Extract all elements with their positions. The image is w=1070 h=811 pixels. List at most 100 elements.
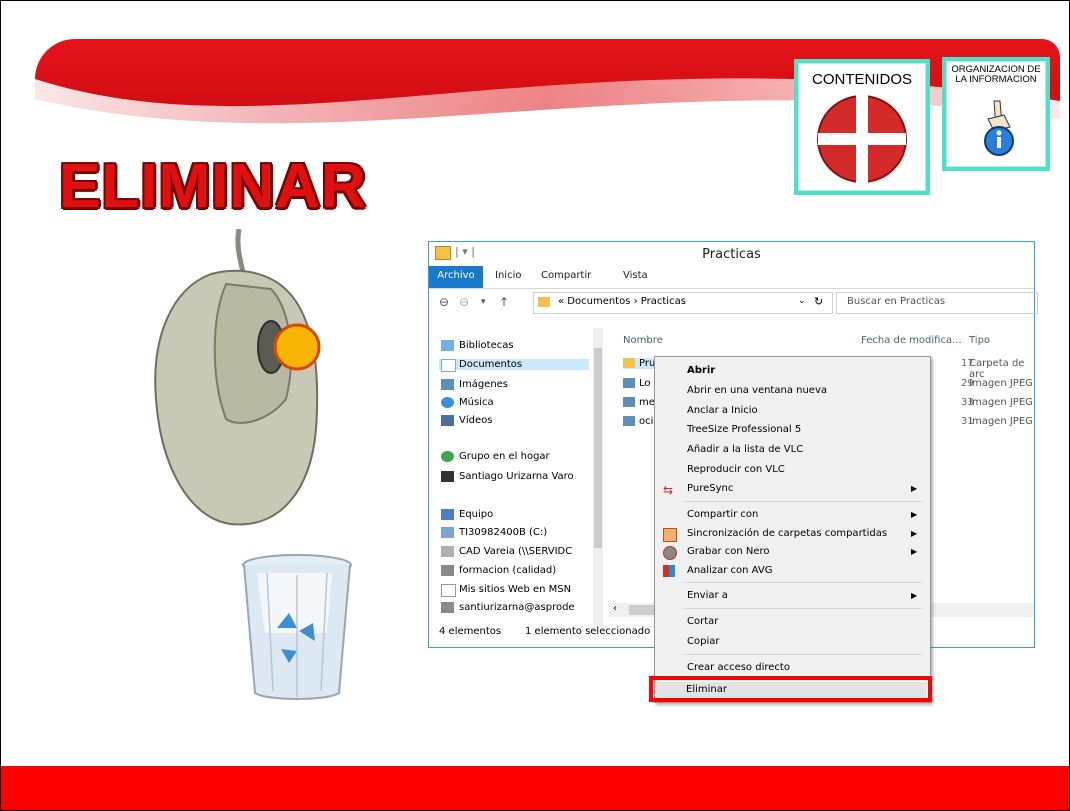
menu-item-analizar-avg[interactable]: Analizar con AVG	[687, 565, 772, 576]
submenu-arrow-icon: ▶	[911, 484, 918, 493]
tab-archivo[interactable]: Archivo	[429, 266, 483, 288]
organizacion-button[interactable]: ORGANIZACION DE LA INFORMACION	[942, 57, 1050, 171]
menu-item-cortar[interactable]: Cortar	[687, 616, 718, 627]
menu-item-sincronizacion[interactable]: Sincronización de carpetas compartidas	[687, 528, 887, 539]
nav-item-cad-vareia[interactable]: CAD Vareia (\\SERVIDC	[441, 546, 572, 557]
context-menu: Abrir Abrir en una ventana nueva Anclar …	[654, 356, 931, 703]
menu-item-crear-acceso-directo[interactable]: Crear acceso directo	[687, 662, 790, 673]
window-titlebar: | ▾ | Practicas	[429, 242, 1034, 266]
tab-vista[interactable]: Vista	[623, 270, 648, 281]
library-icon	[441, 340, 454, 351]
window-title: Practicas	[702, 247, 761, 262]
image-file-icon	[623, 397, 635, 407]
file-type: Imagen JPEG	[969, 378, 1033, 389]
nav-item-mis-sitios[interactable]: Mis sitios Web en MSN	[441, 584, 571, 597]
up-arrow-icon[interactable]: ↑	[499, 295, 509, 309]
recent-dropdown-icon[interactable]: ▾	[481, 297, 486, 307]
file-type: Imagen JPEG	[969, 397, 1033, 408]
slide: ELIMINAR CONTENIDOS ORGANIZACION DE LA I…	[0, 0, 1070, 811]
nero-icon	[663, 546, 677, 560]
contenidos-label: CONTENIDOS	[811, 71, 912, 88]
network-folder-icon	[441, 602, 454, 613]
contenidos-button[interactable]: CONTENIDOS	[794, 59, 930, 195]
column-header-type[interactable]: Tipo	[969, 335, 990, 346]
tab-compartir[interactable]: Compartir	[541, 270, 591, 281]
submenu-arrow-icon: ▶	[911, 529, 918, 538]
file-row[interactable]: Lo	[623, 378, 651, 389]
pictures-icon	[441, 379, 454, 390]
nav-scrollbar[interactable]	[593, 328, 603, 628]
address-bar[interactable]: « Documentos › Practicas ⌄ ↻	[533, 292, 833, 314]
submenu-arrow-icon: ▶	[911, 547, 918, 556]
cross-circle-icon	[817, 95, 907, 183]
menu-item-copiar[interactable]: Copiar	[687, 636, 719, 647]
search-input[interactable]: Buscar en Practicas	[836, 292, 1038, 314]
web-folder-icon	[441, 584, 456, 597]
menu-item-abrir-ventana-nueva[interactable]: Abrir en una ventana nueva	[687, 385, 827, 396]
file-type: Imagen JPEG	[969, 416, 1033, 427]
menu-separator	[683, 501, 923, 502]
folder-icon	[538, 297, 550, 307]
submenu-arrow-icon: ▶	[911, 591, 918, 600]
scroll-left-icon[interactable]: ‹	[613, 603, 617, 614]
tab-inicio[interactable]: Inicio	[495, 270, 521, 281]
nav-item-equipo[interactable]: Equipo	[441, 509, 493, 520]
submenu-arrow-icon: ▶	[911, 510, 918, 519]
eliminar-highlight-box	[649, 676, 932, 702]
address-dropdown-icon[interactable]: ⌄	[798, 296, 806, 306]
file-row[interactable]: me	[623, 397, 655, 408]
slide-title: ELIMINAR	[59, 152, 367, 221]
status-count: 4 elementos	[439, 626, 502, 637]
user-icon	[441, 471, 454, 482]
menu-item-abrir[interactable]: Abrir	[687, 365, 715, 376]
address-path: « Documentos › Practicas	[558, 296, 686, 307]
nav-item-musica[interactable]: Música	[441, 397, 494, 408]
menu-separator	[683, 654, 923, 655]
menu-separator	[683, 608, 923, 609]
file-row[interactable]: oci	[623, 416, 653, 427]
sync-folders-icon	[663, 528, 677, 542]
scroll-thumb[interactable]	[594, 348, 602, 548]
menu-item-anadir-vlc[interactable]: Añadir a la lista de VLC	[687, 444, 803, 455]
search-placeholder: Buscar en Practicas	[847, 296, 946, 307]
menu-item-compartir-con[interactable]: Compartir con	[687, 509, 758, 520]
footer-bar	[1, 766, 1069, 810]
network-folder-icon	[441, 565, 454, 576]
computer-icon	[441, 509, 454, 520]
network-drive-disconnected-icon	[441, 546, 454, 557]
avg-icon	[663, 565, 675, 577]
menu-item-grabar-nero[interactable]: Grabar con Nero	[687, 546, 770, 557]
menu-item-anclar-inicio[interactable]: Anclar a Inicio	[687, 405, 758, 416]
drive-icon	[441, 527, 454, 538]
menu-item-treesize[interactable]: TreeSize Professional 5	[687, 424, 801, 435]
menu-separator	[683, 582, 923, 583]
column-header-name[interactable]: Nombre	[623, 335, 663, 346]
menu-item-puresync[interactable]: PureSync	[687, 483, 733, 494]
info-hand-icon	[984, 100, 1014, 156]
mouse-icon	[154, 229, 321, 526]
nav-item-santiurizarna[interactable]: santiurizarna@asprode	[441, 602, 575, 613]
image-file-icon	[623, 378, 635, 388]
menu-item-enviar-a[interactable]: Enviar a	[687, 590, 728, 601]
nav-item-formacion[interactable]: formacion (calidad)	[441, 565, 556, 576]
documents-icon	[441, 359, 456, 372]
folder-icon	[623, 358, 635, 368]
refresh-icon[interactable]: ↻	[814, 295, 823, 308]
nav-item-documentos[interactable]: Documentos	[439, 359, 589, 372]
column-header-date[interactable]: Fecha de modifica...	[861, 335, 962, 346]
menu-item-reproducir-vlc[interactable]: Reproducir con VLC	[687, 464, 785, 475]
forward-icon[interactable]: ⊖	[459, 295, 469, 309]
music-icon	[441, 397, 454, 408]
nav-item-user[interactable]: Santiago Urizarna Varo	[441, 471, 574, 482]
nav-item-grupo-hogar[interactable]: Grupo en el hogar	[441, 451, 550, 462]
nav-item-bibliotecas[interactable]: Bibliotecas	[441, 340, 514, 351]
homegroup-icon	[441, 451, 454, 462]
videos-icon	[441, 415, 454, 426]
puresync-icon: ⇆	[663, 483, 674, 497]
recycle-bin-icon	[242, 554, 352, 700]
nav-item-imagenes[interactable]: Imágenes	[441, 379, 508, 390]
back-icon[interactable]: ⊖	[439, 295, 449, 309]
image-file-icon	[623, 416, 635, 426]
nav-item-drive-c[interactable]: TI30982400B (C:)	[441, 527, 547, 538]
nav-item-videos[interactable]: Vídeos	[441, 415, 492, 426]
